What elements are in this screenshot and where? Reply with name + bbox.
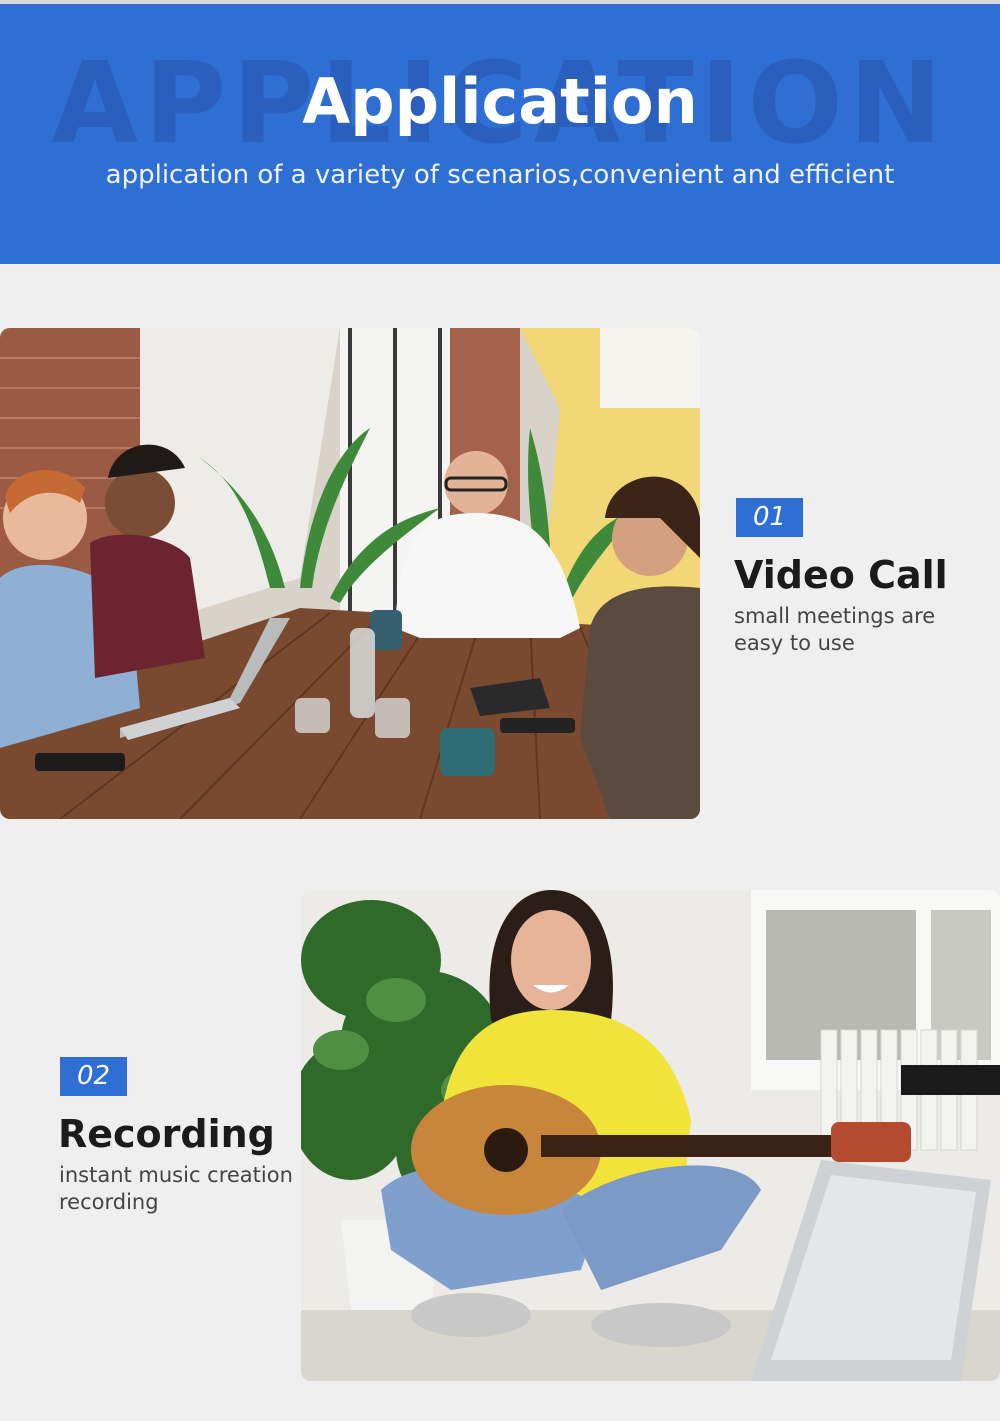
feature-title: Video Call	[734, 553, 948, 597]
feature-title: Recording	[58, 1112, 275, 1156]
feature-description: instant music creation recording	[59, 1163, 293, 1214]
video-call-photo	[0, 328, 700, 819]
feature-number-badge: 01	[736, 498, 803, 537]
page-subtitle: application of a variety of scenarios,co…	[105, 160, 895, 190]
feature-number-badge: 02	[60, 1057, 127, 1096]
page-title: Application	[302, 65, 698, 138]
recording-photo	[301, 890, 1000, 1381]
feature-description: small meetings are easy to use	[734, 604, 936, 655]
application-banner: APPLICATION Application application of a…	[0, 4, 1000, 264]
